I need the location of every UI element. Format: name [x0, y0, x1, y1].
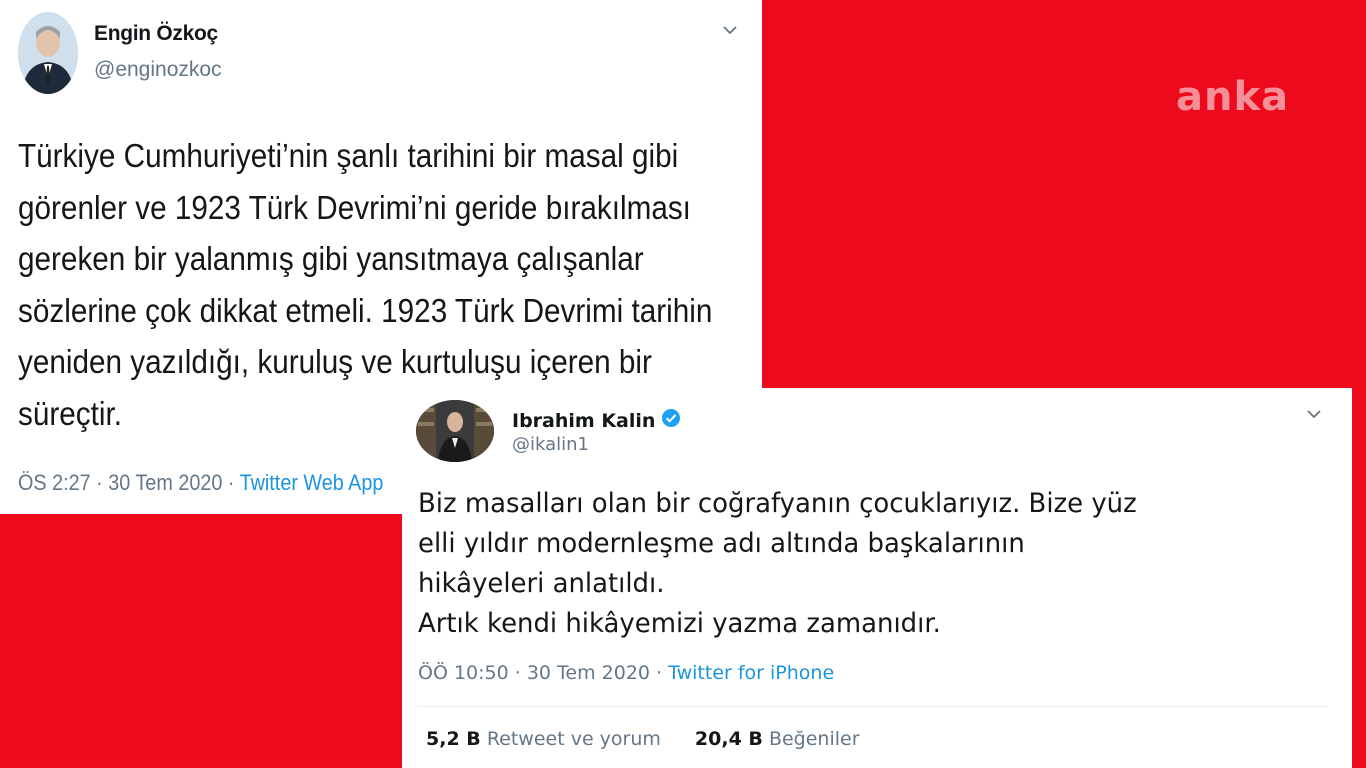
retweets-count: 5,2 B	[426, 728, 481, 750]
tweet-card-ibrahim-kalin: Ibrahim Kalin @ikalin1 Biz masalları ola…	[402, 388, 1352, 768]
tweet-text-line: elli yıldır modernleşme adı altında başk…	[418, 528, 1025, 559]
author-name[interactable]: Engin Özkoç	[94, 22, 218, 46]
tweet-timestamp[interactable]: ÖS 2:27 · 30 Tem 2020 ·	[18, 470, 240, 495]
tweet-text-line: Türkiye Cumhuriyeti’nin şanlı tarihini b…	[18, 137, 679, 174]
likes-label: Beğeniler	[768, 728, 860, 750]
likes-count: 20,4 B	[694, 728, 763, 750]
anka-watermark: anka	[1176, 74, 1290, 120]
tweet-timestamp[interactable]: ÖÖ 10:50 · 30 Tem 2020 ·	[418, 662, 668, 684]
tweet-meta: ÖÖ 10:50 · 30 Tem 2020 · Twitter for iPh…	[418, 662, 834, 684]
tweet-text-line: hikâyeleri anlatıldı.	[418, 568, 665, 599]
avatar[interactable]	[416, 400, 494, 462]
verified-badge-icon	[661, 408, 681, 433]
tweet-text-line: Artık kendi hikâyemizi yazma zamanıdır.	[418, 608, 941, 639]
chevron-down-icon[interactable]	[1306, 406, 1322, 426]
retweets-stat[interactable]: 5,2 B Retweet ve yorum	[426, 728, 661, 750]
tweet-source-link[interactable]: Twitter for iPhone	[668, 662, 834, 684]
tweet-source-link[interactable]: Twitter Web App	[240, 470, 384, 495]
author-name-text[interactable]: Ibrahim Kalin	[512, 410, 655, 432]
likes-stat[interactable]: 20,4 B Beğeniler	[695, 728, 860, 750]
tweet-text-line: Biz masalları olan bir coğrafyanın çocuk…	[418, 488, 1137, 519]
avatar[interactable]	[18, 12, 78, 94]
tweet-text-line: yeniden yazıldığı, kuruluş ve kurtuluşu …	[18, 343, 652, 380]
divider	[418, 706, 1328, 707]
retweets-label: Retweet ve yorum	[486, 728, 661, 750]
tweet-text-line: sözlerine çok dikkat etmeli. 1923 Türk D…	[18, 291, 713, 329]
author-name: Ibrahim Kalin	[512, 408, 681, 433]
chevron-down-icon[interactable]	[722, 22, 738, 42]
author-handle[interactable]: @enginozkoc	[94, 58, 222, 82]
tweet-text-line: gereken bir yalanmış gibi yansıtmaya çal…	[18, 240, 644, 277]
author-handle[interactable]: @ikalin1	[512, 434, 589, 455]
tweet-text-line: görenler ve 1923 Türk Devrimi’ni geride …	[18, 188, 691, 226]
tweet-text: Biz masalları olan bir coğrafyanın çocuk…	[418, 484, 1292, 644]
tweet-stats: 5,2 B Retweet ve yorum 20,4 B Beğeniler	[426, 728, 860, 750]
tweet-meta: ÖS 2:27 · 30 Tem 2020 · Twitter Web App	[18, 470, 383, 496]
